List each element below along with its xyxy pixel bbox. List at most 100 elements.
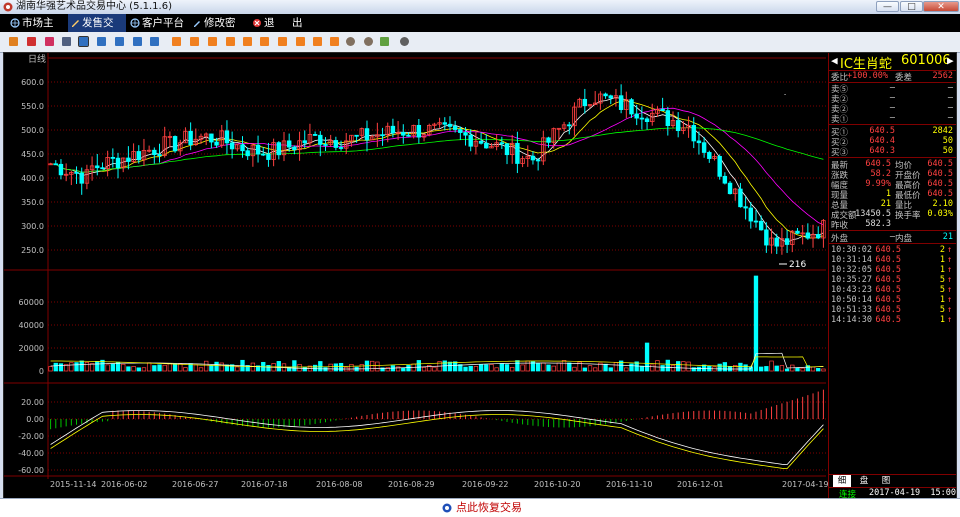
bar-chart-icon[interactable] [9,37,18,46]
candle-body [675,120,681,132]
volume-bar [525,360,530,372]
candle-body [333,140,339,148]
volume-bar [204,360,209,372]
tool-2-icon[interactable] [190,37,199,46]
diff-value: 2562 [932,71,953,81]
gear-icon[interactable] [400,37,409,46]
diff-label: 委差 [895,73,913,83]
volume-bar [681,361,686,372]
panel-tab[interactable]: 图 [877,475,895,487]
tool-7-icon[interactable] [278,37,287,46]
trade-price: 640.5 [875,285,901,295]
trade-volume: 5 [939,275,945,285]
candle-body [499,142,505,145]
candle-body [691,125,696,142]
line-chart-icon[interactable] [27,37,36,46]
stat-row: 昨收 582.3 [829,219,956,231]
menu-market-home[interactable]: 市场主页 [8,14,66,47]
close-button[interactable]: ✕ [923,1,959,12]
candle-body [276,142,282,156]
period-label: 日线 [28,53,46,65]
menu-trading[interactable]: 发售交易 [68,14,126,47]
tool-9-icon[interactable] [313,37,322,46]
volume-bar [95,361,100,372]
trade-volume: 5 [939,305,945,315]
menu-exit-2[interactable]: 出 [278,14,303,32]
volume-bar [769,360,774,372]
volume-bar [722,362,728,372]
volume-bar [235,366,240,372]
draw-icon[interactable] [380,37,389,46]
trend-icon[interactable] [45,37,54,46]
trade-time: 10:50:14 [831,295,872,305]
divider [829,243,956,244]
candle-body [816,234,821,239]
volume-bar [535,363,541,372]
volume-bar [432,366,437,372]
ask-volume: — [947,113,953,123]
ask-volume: — [947,103,953,113]
tool-5-icon[interactable] [243,37,252,46]
stat-value: 640.5 [927,159,953,169]
candle-body [644,118,650,122]
volume-bar [79,360,84,372]
menu-client-platform[interactable]: 客户平台 [128,14,188,32]
volume-bar [193,364,198,372]
bid-price: 640.3 [869,146,895,156]
panel-tab[interactable]: 细 [833,475,851,487]
candle-body [530,155,536,161]
week-icon[interactable] [97,37,106,46]
candle-body [504,143,510,156]
table-icon[interactable] [62,37,71,46]
candle-body [784,238,790,245]
kline-icon[interactable] [78,36,89,47]
tool-8-icon[interactable] [296,37,305,46]
tool-10-icon[interactable] [330,37,339,46]
macd-tick: -60.00 [18,466,44,475]
price-tick: 300.0 [21,222,44,231]
left-arrow-icon[interactable]: ◀ [831,54,838,67]
macd-tick: -20.00 [18,432,44,441]
date-tick: 2016-12-01 [677,480,724,489]
candle-body [748,207,754,222]
tool-6-icon[interactable] [260,37,269,46]
date-tick: 2017-04-19 [782,480,829,489]
maximize-button[interactable]: □ [900,1,923,12]
candle-body [701,142,707,153]
ask-row: 卖① — — [829,113,956,125]
volume-bar [219,362,224,372]
ratio-value: +100.00% [847,71,888,81]
bid-volume: 2842 [932,126,953,136]
volume-bar [546,364,551,372]
app-logo-icon [3,2,13,12]
trade-price: 640.5 [875,315,901,325]
menu-change-password[interactable]: 修改密码 [190,14,248,47]
candle-body [660,108,665,112]
month-icon[interactable] [115,37,124,46]
trade-price: 640.5 [875,245,901,255]
zoom-out-icon[interactable] [364,37,373,46]
volume-bar [816,368,821,372]
candle-body [390,125,396,134]
tool-1-icon[interactable] [172,37,181,46]
ask-row: 卖② — — [829,93,956,105]
zoom-in-icon[interactable] [346,37,355,46]
tool-3-icon[interactable] [208,37,217,46]
tool-4-icon[interactable] [226,37,235,46]
volume-bar [292,360,297,372]
minimize-button[interactable]: — [876,1,899,12]
panel-tabs: 细盘图 [829,474,956,487]
candle-body [380,134,385,137]
minute-icon[interactable] [133,37,142,46]
x-icon[interactable] [150,37,159,46]
volume-bar [676,361,681,372]
kline-chart[interactable]: 日线 600.0550.0500.0450.0400.0350.0300.025… [4,53,956,498]
candle-body [484,142,489,149]
recover-trading-button[interactable]: 点此恢复交易 [442,501,522,515]
chart-area[interactable]: 日线 600.0 550.0 500.0 450.0 400.0 350.0 300.0 25… [3,52,957,500]
candle-body [515,142,520,164]
right-arrow-icon[interactable]: ▶ [947,54,954,67]
menu-exit[interactable]: 退 [250,14,280,32]
panel-tab[interactable]: 盘 [855,475,873,487]
volume-bar [452,361,458,372]
